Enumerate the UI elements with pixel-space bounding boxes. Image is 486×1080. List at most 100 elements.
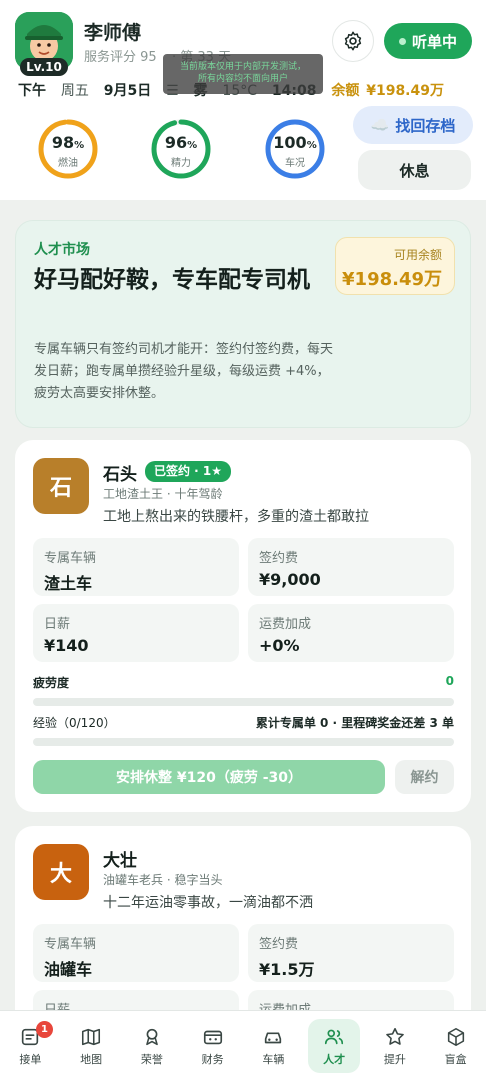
settings-button[interactable]	[332, 20, 374, 62]
available-balance-box: 可用余额 ¥198.49万	[335, 237, 455, 295]
experience-label: 经验（0/120）	[33, 716, 116, 730]
stat-value: ¥9,000	[259, 570, 321, 589]
exclusive-vehicle-stat: 专属车辆 油罐车	[33, 924, 239, 982]
stat-label: 运费加成	[259, 617, 312, 632]
daily-wage-stat: 日薪 ¥140	[33, 604, 239, 662]
energy-unit: %	[187, 140, 198, 151]
service-score: 服务评分 95	[84, 50, 157, 65]
stat-value: 渣土车	[44, 574, 93, 593]
arrange-rest-button[interactable]: 安排休整 ¥120（疲劳 -30）	[33, 760, 385, 794]
level-badge: Lv.10	[20, 58, 68, 76]
experience-note: 累计专属单 0 · 里程碑奖金还差 3 单	[255, 716, 454, 730]
stat-value: ¥1.5万	[259, 960, 315, 979]
nav-label: 接单	[19, 1053, 42, 1066]
banner-tag: 人才市场	[34, 242, 90, 258]
nav-item-finance[interactable]: 财务	[182, 1011, 243, 1080]
balance-label: 余额	[331, 83, 360, 99]
banner-description: 专属车辆只有签约司机才能开：签约付签约费，每天发日薪；跑专属单攒经验升星级，每级…	[34, 342, 334, 401]
energy-gauge: 96% 精力	[150, 118, 212, 180]
signed-badge: 已签约 · 1★	[145, 461, 232, 482]
vehicle-condition-label: 车况	[285, 158, 305, 169]
fuel-gauge: 98% 燃油	[37, 118, 99, 180]
talent-market-banner: 人才市场 好马配好鞍，专车配专司机 专属车辆只有签约司机才能开：签约付签约费，每…	[15, 220, 471, 428]
stat-label: 签约费	[259, 551, 299, 566]
orders-count-badge: 1	[36, 1021, 53, 1038]
time-period: 下午	[18, 83, 46, 99]
nav-item-honor[interactable]: 荣誉	[122, 1011, 183, 1080]
nav-label: 提升	[383, 1053, 406, 1066]
bottom-navigation: 接单 1 地图 荣誉 财务 车辆 人才 提升 盲盒	[0, 1010, 486, 1080]
terminate-contract-button[interactable]: 解约	[395, 760, 454, 794]
map-icon	[82, 1028, 101, 1046]
dev-notice-toast: 当前版本仅用于内部开发测试， 所有内容均不面向用户	[163, 54, 323, 94]
freight-bonus-stat: 运费加成 +0%	[248, 604, 454, 662]
vehicle-condition-unit: %	[306, 140, 317, 151]
fatigue-value: 0	[445, 674, 454, 688]
status-dot-icon	[398, 37, 406, 45]
date: 9月5日	[103, 83, 152, 99]
stat-label: 专属车辆	[44, 551, 97, 566]
star-icon	[386, 1027, 404, 1045]
driver-initial: 大	[49, 862, 72, 887]
stat-value: +0%	[259, 636, 300, 655]
driver-subtitle: 工地渣土王 · 十年驾龄	[103, 487, 223, 501]
fatigue-label: 疲劳度	[33, 676, 70, 690]
banner-title: 好马配好鞍，专车配专司机	[34, 267, 310, 293]
nav-item-vehicles[interactable]: 车辆	[243, 1011, 304, 1080]
stat-value: ¥140	[44, 636, 89, 655]
driver-initial: 石	[49, 476, 72, 501]
car-icon	[265, 1032, 282, 1044]
driver-card: 石 石头 已签约 · 1★ 工地渣土王 · 十年驾龄 工地上熬出来的铁腰杆，多重…	[15, 440, 471, 812]
nav-label: 车辆	[262, 1053, 285, 1066]
dev-notice-line-2: 所有内容均不面向用户	[197, 74, 288, 84]
available-balance-label: 可用余额	[393, 248, 442, 262]
driver-quote: 工地上熬出来的铁腰杆，多重的渣土都敢拉	[103, 509, 369, 525]
terminate-label: 解约	[410, 770, 439, 786]
nav-item-blind-box[interactable]: 盲盒	[425, 1011, 486, 1080]
driver-initial-avatar: 石	[33, 458, 89, 514]
fuel-label: 燃油	[58, 158, 78, 169]
driver-card-name: 石头	[103, 465, 137, 485]
experience-bar	[33, 738, 454, 746]
medal-icon	[146, 1028, 158, 1046]
top-status-panel: Lv.10 李师傅 服务评分 95 · 第 33 天 听单中 下午 周五 9月5…	[0, 0, 486, 200]
nav-item-upgrade[interactable]: 提升	[365, 1011, 426, 1080]
signing-fee-stat: 签约费 ¥9,000	[248, 538, 454, 596]
rest-label: 休息	[399, 161, 430, 180]
signing-fee-stat: 签约费 ¥1.5万	[248, 924, 454, 982]
listening-status-toggle[interactable]: 听单中	[384, 23, 472, 59]
box-icon	[447, 1027, 464, 1047]
energy-label: 精力	[171, 158, 191, 169]
nav-item-map[interactable]: 地图	[61, 1011, 122, 1080]
status-label: 听单中	[411, 32, 457, 51]
stat-label: 专属车辆	[44, 937, 97, 952]
dev-notice-line-1: 当前版本仅用于内部开发测试，	[179, 62, 306, 72]
nav-label: 人才	[323, 1053, 346, 1066]
recover-save-button[interactable]: ☁️ 找回存档	[353, 106, 473, 144]
recover-save-label: 找回存档	[395, 116, 456, 135]
driver-name: 李师傅	[84, 22, 142, 44]
balance-value: ¥198.49万	[366, 83, 444, 99]
people-icon	[325, 1029, 344, 1045]
vehicle-condition-value: 100	[273, 133, 307, 152]
nav-label: 盲盒	[444, 1053, 467, 1066]
available-balance-value: ¥198.49万	[342, 269, 442, 290]
rest-button[interactable]: 休息	[358, 150, 471, 190]
exclusive-vehicle-stat: 专属车辆 渣土车	[33, 538, 239, 596]
weekday: 周五	[60, 83, 89, 99]
energy-value: 96	[164, 133, 188, 152]
fuel-unit: %	[74, 140, 85, 151]
driver-subtitle: 油罐车老兵 · 稳字当头	[103, 873, 223, 887]
nav-item-talent[interactable]: 人才	[304, 1011, 365, 1080]
nav-label: 财务	[201, 1053, 224, 1066]
fatigue-bar	[33, 698, 454, 706]
nav-label: 地图	[80, 1053, 103, 1066]
wallet-icon	[203, 1030, 222, 1045]
stat-label: 日薪	[44, 617, 71, 632]
gear-icon	[344, 31, 362, 51]
nav-item-orders[interactable]: 接单 1	[0, 1011, 61, 1080]
cloud-icon: ☁️	[370, 116, 390, 134]
driver-initial-avatar: 大	[33, 844, 89, 900]
fuel-value: 98	[51, 133, 75, 152]
stat-label: 签约费	[259, 937, 299, 952]
